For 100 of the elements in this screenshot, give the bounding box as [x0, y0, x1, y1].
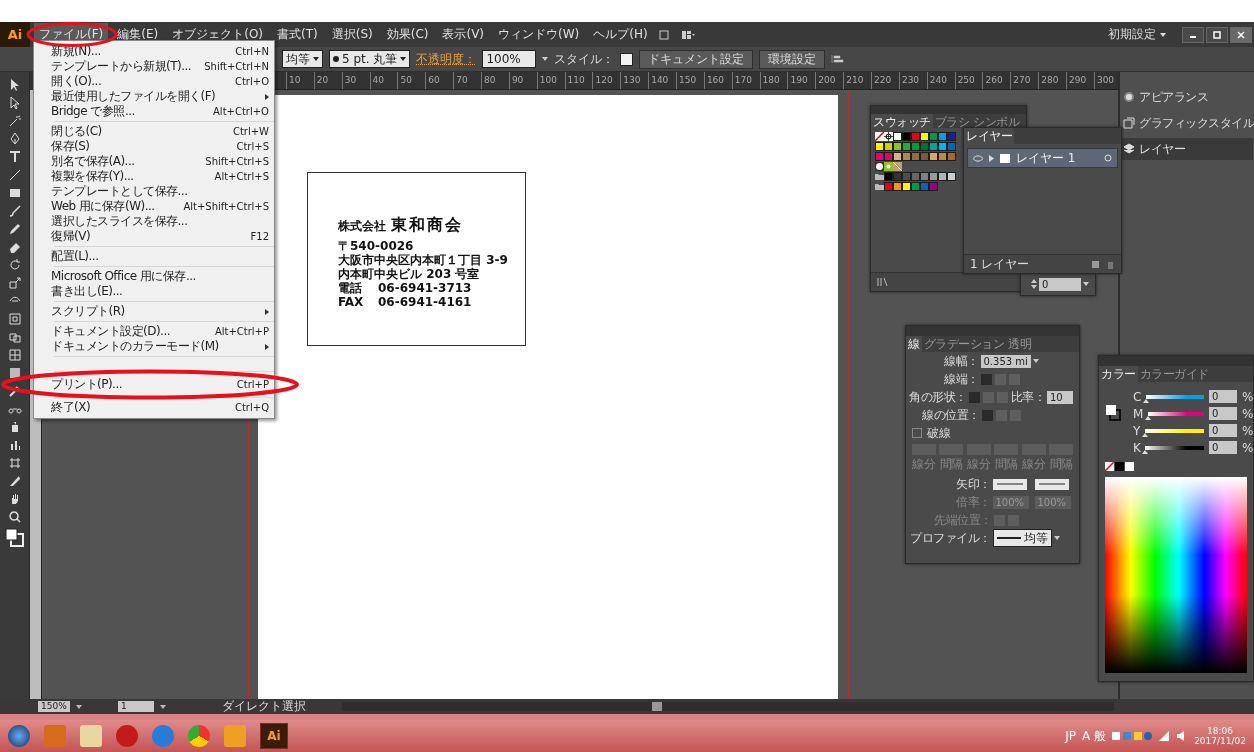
limit-field[interactable]: 10 — [1047, 390, 1073, 404]
color-swatch[interactable] — [884, 172, 893, 181]
color-swatch[interactable] — [911, 182, 920, 191]
browser-icon[interactable] — [188, 725, 210, 747]
line-icon[interactable] — [7, 168, 22, 182]
channel-field[interactable]: 0 — [1209, 407, 1238, 420]
panel-tab[interactable]: カラーガイド — [1137, 366, 1211, 382]
panel-tab[interactable]: シンボル — [971, 114, 1021, 128]
workspace-switcher[interactable]: 初期設定 — [1102, 25, 1172, 44]
color-swatch[interactable] — [947, 132, 956, 141]
color-swatch[interactable] — [929, 172, 938, 181]
fill-stroke-icon[interactable] — [4, 528, 25, 548]
color-swatch[interactable] — [920, 182, 929, 191]
slider-thumb[interactable] — [1141, 432, 1148, 437]
panel-tab[interactable]: レイヤー — [964, 128, 1014, 144]
color-swatch[interactable] — [920, 132, 929, 141]
shape-builder-icon[interactable] — [7, 330, 22, 344]
artboard-icon[interactable] — [7, 456, 22, 470]
color-swatch[interactable] — [902, 172, 911, 181]
color-swatch[interactable] — [911, 172, 920, 181]
panel-tab[interactable]: カラー — [1099, 366, 1138, 382]
menu-item[interactable]: 表示(V) — [437, 23, 490, 46]
color-swatch[interactable] — [920, 142, 929, 151]
menu-item[interactable]: 書式(T) — [272, 23, 323, 46]
color-swatch[interactable] — [893, 132, 902, 141]
color-swatch[interactable] — [902, 142, 911, 151]
menu-entry[interactable]: 別名で保存(A)... Shift+Ctrl+S — [34, 154, 274, 169]
page-field[interactable]: 1 — [118, 701, 154, 712]
scale-icon[interactable] — [7, 276, 22, 290]
brush-icon[interactable] — [7, 204, 22, 218]
panel-tab[interactable]: ブラシ — [932, 114, 971, 128]
menu-entry[interactable]: テンプレートから新規(T)... Shift+Ctrl+N — [34, 59, 274, 74]
color-swatch[interactable] — [911, 132, 920, 141]
horizontal-scrollbar[interactable] — [342, 702, 1114, 711]
brush-dropdown[interactable]: 5 pt. 丸筆 — [329, 50, 411, 68]
color-swatch[interactable] — [893, 172, 902, 181]
color-swatch[interactable] — [902, 182, 911, 191]
menu-entry[interactable]: ドキュメントのカラーモード(M) — [34, 339, 274, 354]
menu-item[interactable]: 選択(S) — [326, 23, 378, 46]
menu-item[interactable]: 効果(C) — [381, 23, 434, 46]
profile-dropdown[interactable]: 均等 — [992, 529, 1052, 547]
color-swatch[interactable] — [884, 182, 893, 191]
menu-entry[interactable]: 復帰(V) F12 — [34, 229, 274, 244]
stroke-profile-dropdown[interactable]: 均等 — [282, 50, 323, 68]
wand-icon[interactable] — [7, 114, 22, 128]
menu-entry[interactable]: Bridge で参照... Alt+Ctrl+O — [34, 104, 274, 119]
menu-entry[interactable]: スクリプト(R) — [34, 304, 274, 319]
close-button[interactable] — [1230, 26, 1252, 43]
menu-entry[interactable]: 開く(O)... Ctrl+O — [34, 74, 274, 89]
opacity-link[interactable]: 不透明度： — [416, 50, 477, 68]
color-swatch[interactable] — [929, 142, 938, 151]
toolbar-button[interactable]: 環境設定 — [759, 49, 826, 69]
menu-entry[interactable]: 選択したスライスを保存... — [34, 214, 274, 229]
dock-panel-button[interactable]: アピアランス — [1121, 86, 1253, 108]
toolbar-button[interactable]: ドキュメント設定 — [639, 49, 754, 69]
color-swatch[interactable] — [893, 182, 902, 191]
menu-entry[interactable]: 書き出し(E)... — [34, 284, 274, 299]
color-spectrum[interactable] — [1105, 477, 1247, 673]
color-swatch[interactable] — [947, 172, 956, 181]
grid-icon[interactable] — [7, 348, 22, 362]
menu-item[interactable]: オブジェクト(O) — [167, 23, 269, 46]
color-swatch[interactable] — [938, 152, 947, 161]
menu-entry[interactable]: 最近使用したファイルを開く(F) — [34, 89, 274, 104]
menu-entry[interactable]: 閉じる(C) Ctrl+W — [34, 124, 274, 139]
color-swatch[interactable] — [884, 152, 893, 161]
menu-entry[interactable]: Web 用に保存(W)... Alt+Shift+Ctrl+S — [34, 199, 274, 214]
rectangle-icon[interactable] — [7, 186, 22, 200]
color-swatch[interactable] — [947, 142, 956, 151]
menu-entry[interactable]: 終了(X) Ctrl+Q — [34, 400, 274, 415]
weight-field[interactable]: 0.353 mi — [980, 354, 1031, 368]
color-swatch[interactable] — [875, 142, 884, 151]
slider-thumb[interactable] — [1142, 398, 1149, 403]
menu-entry[interactable]: 複製を保存(Y)... Alt+Ctrl+S — [34, 169, 274, 184]
pencil-icon[interactable] — [7, 222, 22, 236]
color-swatch[interactable] — [893, 142, 902, 151]
style-swatch[interactable] — [620, 52, 634, 66]
color-swatch[interactable] — [929, 182, 938, 191]
color-swatch[interactable] — [929, 132, 938, 141]
menu-entry[interactable]: Microsoft Office 用に保存... — [34, 269, 274, 284]
color-swatch[interactable] — [938, 142, 947, 151]
menu-item[interactable]: 編集(E) — [112, 23, 164, 46]
menu-item[interactable]: ウィンドウ(W) — [493, 23, 585, 46]
layer-row[interactable]: レイヤー 1 — [967, 148, 1118, 168]
zoom-field[interactable]: 150% — [38, 701, 70, 712]
rotate-icon[interactable] — [7, 258, 22, 272]
eraser-icon[interactable] — [7, 240, 22, 254]
zoom-icon[interactable] — [7, 510, 22, 524]
taskbar-app-button[interactable]: Ai — [260, 723, 288, 749]
opacity-field[interactable]: 100% — [482, 50, 537, 68]
color-swatch[interactable] — [938, 132, 947, 141]
channel-field[interactable]: 0 — [1209, 441, 1238, 454]
free-transform-icon[interactable] — [7, 312, 22, 326]
menu-entry[interactable]: 配置(L)... — [34, 249, 274, 264]
menu-entry[interactable]: ドキュメント設定(D)... Alt+Ctrl+P — [34, 324, 274, 339]
color-swatch[interactable] — [911, 142, 920, 151]
slider-thumb[interactable] — [1144, 415, 1151, 420]
channel-field[interactable]: 0 — [1209, 424, 1238, 437]
color-swatch[interactable] — [947, 152, 956, 161]
app-logo[interactable]: Ai — [0, 22, 30, 47]
gradient-icon[interactable] — [7, 366, 22, 380]
